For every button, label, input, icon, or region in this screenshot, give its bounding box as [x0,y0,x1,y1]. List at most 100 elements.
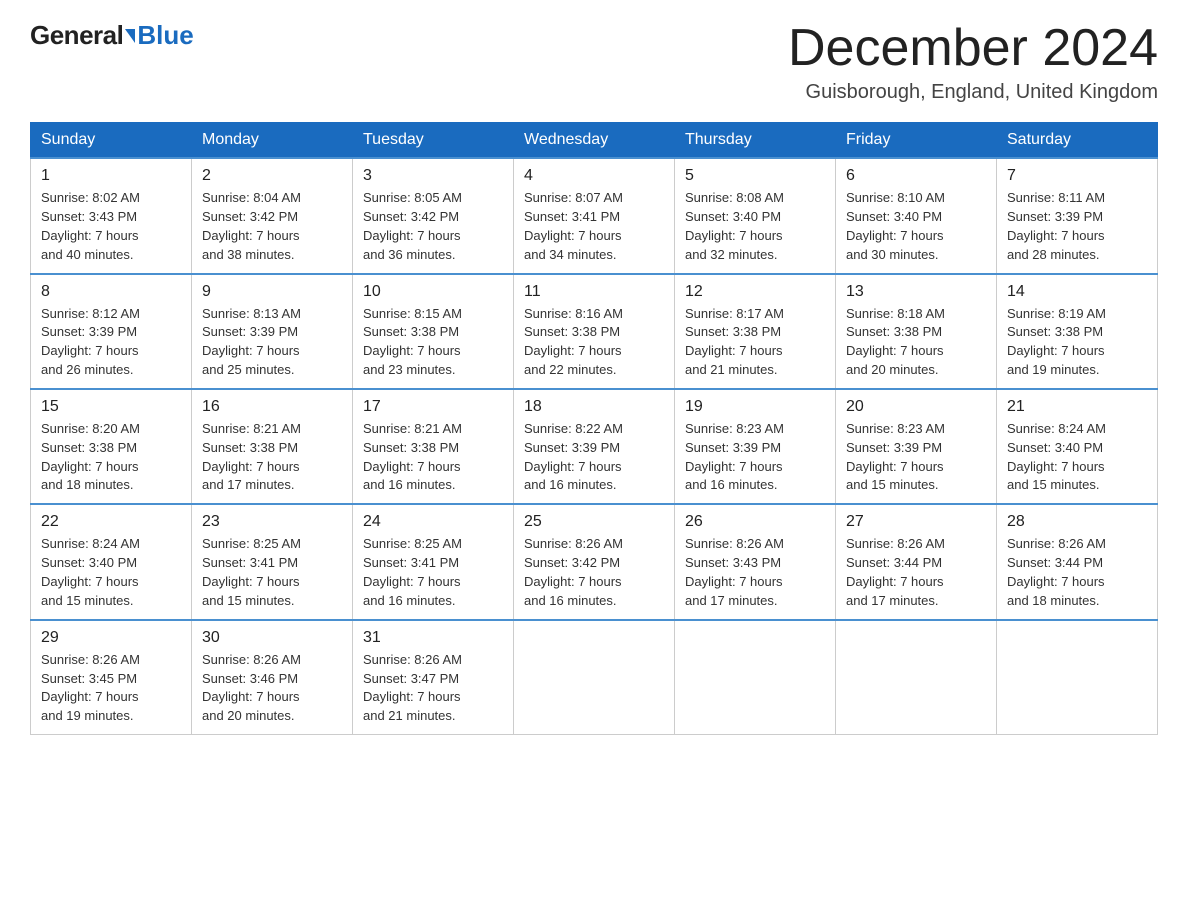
day-info: Sunrise: 8:24 AM Sunset: 3:40 PM Dayligh… [41,535,181,610]
table-row: 12 Sunrise: 8:17 AM Sunset: 3:38 PM Dayl… [675,274,836,389]
day-info: Sunrise: 8:21 AM Sunset: 3:38 PM Dayligh… [363,420,503,495]
day-info: Sunrise: 8:18 AM Sunset: 3:38 PM Dayligh… [846,305,986,380]
header-thursday: Thursday [675,123,836,159]
day-info: Sunrise: 8:10 AM Sunset: 3:40 PM Dayligh… [846,189,986,264]
table-row: 8 Sunrise: 8:12 AM Sunset: 3:39 PM Dayli… [31,274,192,389]
header-saturday: Saturday [997,123,1158,159]
table-row: 26 Sunrise: 8:26 AM Sunset: 3:43 PM Dayl… [675,504,836,619]
day-number: 9 [202,283,342,301]
table-row: 3 Sunrise: 8:05 AM Sunset: 3:42 PM Dayli… [353,158,514,273]
day-info: Sunrise: 8:15 AM Sunset: 3:38 PM Dayligh… [363,305,503,380]
day-info: Sunrise: 8:17 AM Sunset: 3:38 PM Dayligh… [685,305,825,380]
day-number: 6 [846,167,986,185]
day-number: 14 [1007,283,1147,301]
table-row: 7 Sunrise: 8:11 AM Sunset: 3:39 PM Dayli… [997,158,1158,273]
day-number: 2 [202,167,342,185]
day-info: Sunrise: 8:26 AM Sunset: 3:47 PM Dayligh… [363,651,503,726]
week-row-4: 22 Sunrise: 8:24 AM Sunset: 3:40 PM Dayl… [31,504,1158,619]
day-number: 7 [1007,167,1147,185]
table-row: 9 Sunrise: 8:13 AM Sunset: 3:39 PM Dayli… [192,274,353,389]
table-row: 31 Sunrise: 8:26 AM Sunset: 3:47 PM Dayl… [353,620,514,735]
day-number: 28 [1007,513,1147,531]
table-row [836,620,997,735]
day-info: Sunrise: 8:22 AM Sunset: 3:39 PM Dayligh… [524,420,664,495]
table-row [997,620,1158,735]
table-row: 27 Sunrise: 8:26 AM Sunset: 3:44 PM Dayl… [836,504,997,619]
day-number: 26 [685,513,825,531]
table-row: 6 Sunrise: 8:10 AM Sunset: 3:40 PM Dayli… [836,158,997,273]
day-info: Sunrise: 8:04 AM Sunset: 3:42 PM Dayligh… [202,189,342,264]
day-number: 3 [363,167,503,185]
week-row-5: 29 Sunrise: 8:26 AM Sunset: 3:45 PM Dayl… [31,620,1158,735]
header-monday: Monday [192,123,353,159]
table-row: 5 Sunrise: 8:08 AM Sunset: 3:40 PM Dayli… [675,158,836,273]
logo-blue-text: Blue [137,20,193,51]
day-number: 20 [846,398,986,416]
day-info: Sunrise: 8:12 AM Sunset: 3:39 PM Dayligh… [41,305,181,380]
day-number: 11 [524,283,664,301]
day-number: 25 [524,513,664,531]
day-number: 12 [685,283,825,301]
page-header: General Blue December 2024 Guisborough, … [30,20,1158,104]
day-number: 15 [41,398,181,416]
day-info: Sunrise: 8:11 AM Sunset: 3:39 PM Dayligh… [1007,189,1147,264]
day-info: Sunrise: 8:26 AM Sunset: 3:43 PM Dayligh… [685,535,825,610]
day-info: Sunrise: 8:26 AM Sunset: 3:44 PM Dayligh… [1007,535,1147,610]
day-info: Sunrise: 8:20 AM Sunset: 3:38 PM Dayligh… [41,420,181,495]
table-row: 11 Sunrise: 8:16 AM Sunset: 3:38 PM Dayl… [514,274,675,389]
month-title: December 2024 [788,20,1158,77]
day-info: Sunrise: 8:23 AM Sunset: 3:39 PM Dayligh… [685,420,825,495]
logo-general-text: General [30,20,123,51]
day-info: Sunrise: 8:13 AM Sunset: 3:39 PM Dayligh… [202,305,342,380]
calendar-table: Sunday Monday Tuesday Wednesday Thursday… [30,122,1158,735]
header-wednesday: Wednesday [514,123,675,159]
table-row: 22 Sunrise: 8:24 AM Sunset: 3:40 PM Dayl… [31,504,192,619]
logo-text: General Blue [30,20,194,51]
day-number: 1 [41,167,181,185]
table-row: 19 Sunrise: 8:23 AM Sunset: 3:39 PM Dayl… [675,389,836,504]
day-number: 29 [41,629,181,647]
day-info: Sunrise: 8:23 AM Sunset: 3:39 PM Dayligh… [846,420,986,495]
day-number: 31 [363,629,503,647]
day-info: Sunrise: 8:02 AM Sunset: 3:43 PM Dayligh… [41,189,181,264]
logo-triangle-icon [125,29,135,43]
table-row: 21 Sunrise: 8:24 AM Sunset: 3:40 PM Dayl… [997,389,1158,504]
header-sunday: Sunday [31,123,192,159]
day-info: Sunrise: 8:08 AM Sunset: 3:40 PM Dayligh… [685,189,825,264]
day-number: 30 [202,629,342,647]
day-number: 18 [524,398,664,416]
table-row: 16 Sunrise: 8:21 AM Sunset: 3:38 PM Dayl… [192,389,353,504]
table-row: 1 Sunrise: 8:02 AM Sunset: 3:43 PM Dayli… [31,158,192,273]
week-row-1: 1 Sunrise: 8:02 AM Sunset: 3:43 PM Dayli… [31,158,1158,273]
day-info: Sunrise: 8:16 AM Sunset: 3:38 PM Dayligh… [524,305,664,380]
day-info: Sunrise: 8:21 AM Sunset: 3:38 PM Dayligh… [202,420,342,495]
table-row: 24 Sunrise: 8:25 AM Sunset: 3:41 PM Dayl… [353,504,514,619]
table-row: 30 Sunrise: 8:26 AM Sunset: 3:46 PM Dayl… [192,620,353,735]
day-number: 5 [685,167,825,185]
table-row: 15 Sunrise: 8:20 AM Sunset: 3:38 PM Dayl… [31,389,192,504]
calendar-header-row: Sunday Monday Tuesday Wednesday Thursday… [31,123,1158,159]
day-info: Sunrise: 8:26 AM Sunset: 3:45 PM Dayligh… [41,651,181,726]
header-tuesday: Tuesday [353,123,514,159]
table-row: 23 Sunrise: 8:25 AM Sunset: 3:41 PM Dayl… [192,504,353,619]
table-row: 14 Sunrise: 8:19 AM Sunset: 3:38 PM Dayl… [997,274,1158,389]
table-row: 4 Sunrise: 8:07 AM Sunset: 3:41 PM Dayli… [514,158,675,273]
table-row: 17 Sunrise: 8:21 AM Sunset: 3:38 PM Dayl… [353,389,514,504]
week-row-2: 8 Sunrise: 8:12 AM Sunset: 3:39 PM Dayli… [31,274,1158,389]
location-text: Guisborough, England, United Kingdom [788,81,1158,104]
table-row: 29 Sunrise: 8:26 AM Sunset: 3:45 PM Dayl… [31,620,192,735]
table-row: 28 Sunrise: 8:26 AM Sunset: 3:44 PM Dayl… [997,504,1158,619]
table-row: 10 Sunrise: 8:15 AM Sunset: 3:38 PM Dayl… [353,274,514,389]
table-row: 18 Sunrise: 8:22 AM Sunset: 3:39 PM Dayl… [514,389,675,504]
header-friday: Friday [836,123,997,159]
day-info: Sunrise: 8:07 AM Sunset: 3:41 PM Dayligh… [524,189,664,264]
day-number: 24 [363,513,503,531]
logo: General Blue [30,20,194,51]
day-info: Sunrise: 8:25 AM Sunset: 3:41 PM Dayligh… [202,535,342,610]
day-info: Sunrise: 8:24 AM Sunset: 3:40 PM Dayligh… [1007,420,1147,495]
table-row [675,620,836,735]
table-row: 25 Sunrise: 8:26 AM Sunset: 3:42 PM Dayl… [514,504,675,619]
table-row [514,620,675,735]
table-row: 20 Sunrise: 8:23 AM Sunset: 3:39 PM Dayl… [836,389,997,504]
table-row: 13 Sunrise: 8:18 AM Sunset: 3:38 PM Dayl… [836,274,997,389]
